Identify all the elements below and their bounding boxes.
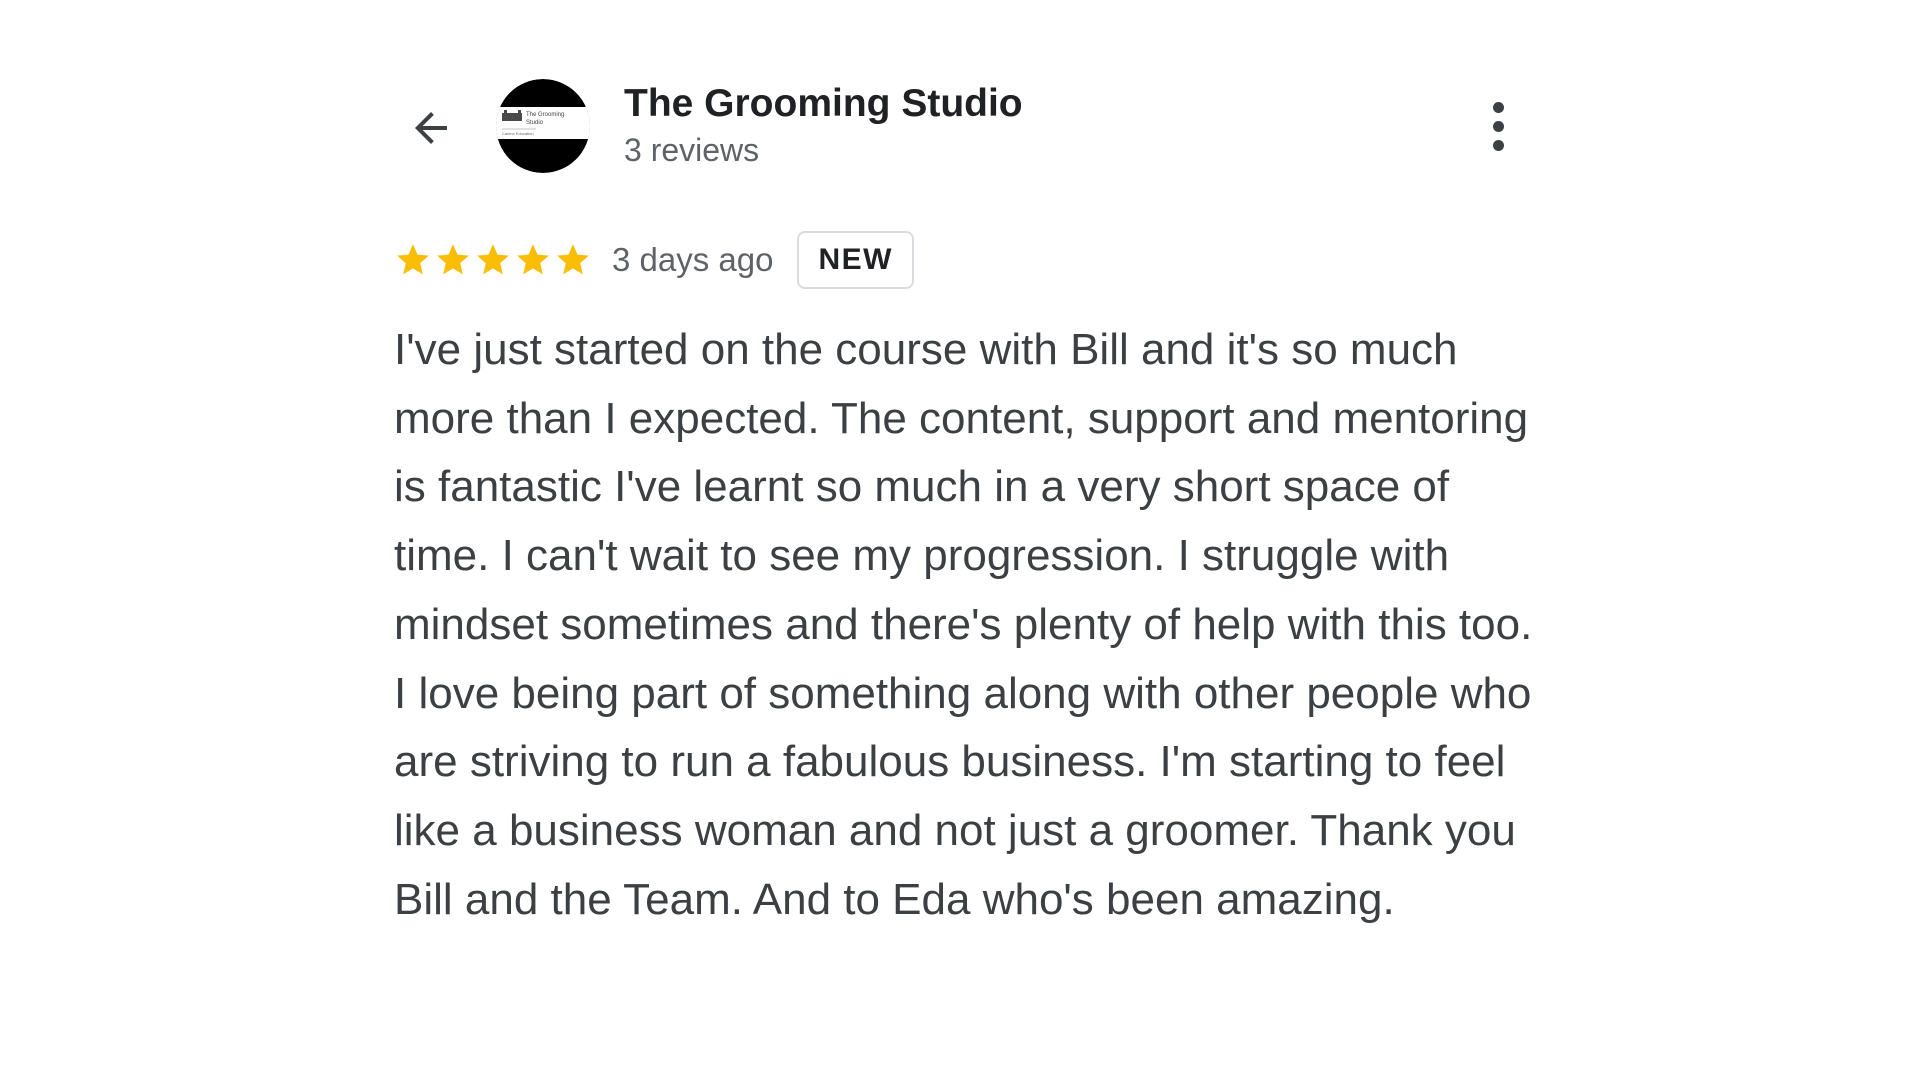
star-icon [517, 244, 549, 275]
review-text: I've just started on the course with Bil… [394, 325, 1533, 924]
logo-caption: Canine Education [502, 131, 534, 136]
more-vertical-icon-dot-3 [1492, 139, 1504, 151]
review-date: 3 days ago [612, 241, 774, 278]
business-avatar: The Grooming Studio Canine Education [496, 79, 590, 173]
business-logo: The Grooming Studio Canine Education [496, 79, 590, 173]
more-options-button[interactable] [1480, 96, 1516, 156]
star-icon [477, 244, 509, 275]
more-vertical-icon-dot-2 [1492, 120, 1504, 132]
star-icon [557, 244, 589, 275]
logo-text-line1: The Grooming [526, 112, 564, 118]
title-block: The Grooming Studio 3 reviews [624, 82, 1023, 170]
review-count: 3 reviews [624, 132, 760, 168]
logo-text-line2: Studio [526, 120, 544, 126]
review-meta-row: 3 days ago NEW [394, 229, 914, 291]
more-vertical-icon-dot-1 [1492, 101, 1504, 113]
business-name[interactable]: The Grooming Studio [624, 82, 1023, 126]
star-icon [397, 244, 429, 275]
new-badge: NEW [797, 231, 914, 289]
star-rating [394, 241, 592, 279]
arrow-left-icon [415, 112, 447, 144]
star-icon [437, 244, 469, 275]
back-button[interactable] [403, 100, 459, 156]
